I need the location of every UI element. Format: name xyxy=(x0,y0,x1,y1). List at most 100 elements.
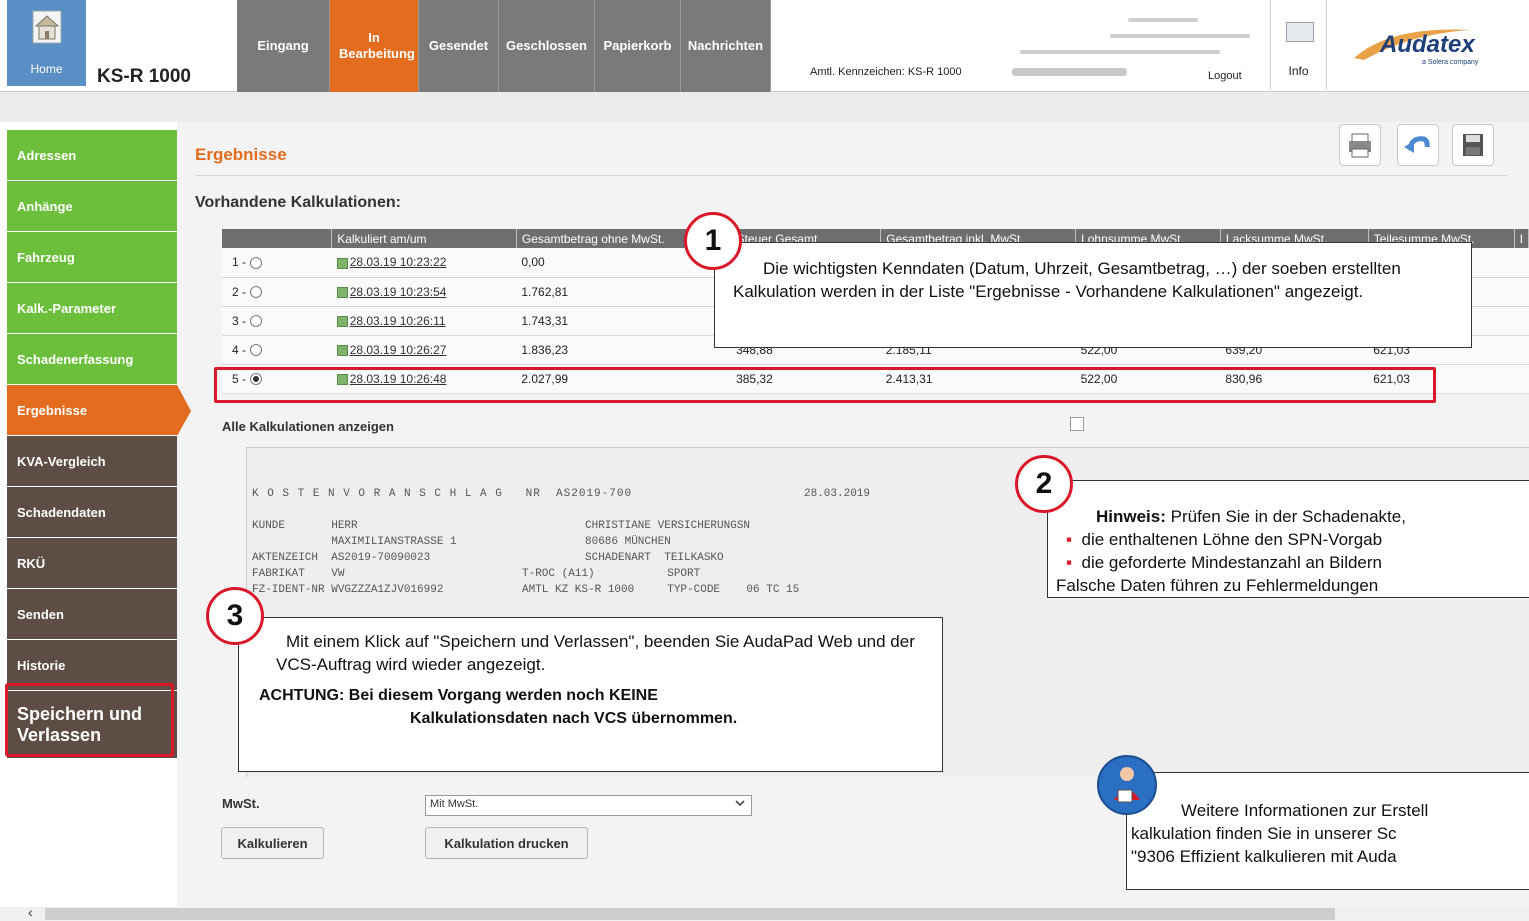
highlight-frame xyxy=(214,367,1436,403)
main-nav: Eingang In Bearbeitung Gesendet Geschlos… xyxy=(237,0,771,92)
mwst-select[interactable]: Mit MwSt. xyxy=(425,795,752,816)
callout-number-3: 3 xyxy=(206,587,264,645)
sidebar-item-anhaenge[interactable]: Anhänge xyxy=(7,181,177,232)
sidebar-item-schadendaten[interactable]: Schadendaten xyxy=(7,487,177,538)
callout-text: Prüfen Sie in der Schadenakte, xyxy=(1165,507,1406,526)
column-header: I xyxy=(1514,229,1529,248)
sidebar-item-schadenerfassung[interactable]: Schadenerfassung xyxy=(7,334,177,385)
calc-date-link[interactable]: 28.03.19 10:23:22 xyxy=(350,255,447,269)
home-label: Home xyxy=(30,62,63,76)
button-label: Kalkulieren xyxy=(237,835,308,851)
tab-nachrichten[interactable]: Nachrichten xyxy=(681,0,771,92)
scrollbar-thumb[interactable] xyxy=(45,908,1335,920)
sidebar-item-label: Anhänge xyxy=(17,198,73,214)
preview-line: SCHADENART TEILKASKO xyxy=(585,552,724,564)
sidebar-item-label: KVA-Vergleich xyxy=(17,453,106,469)
calculate-button[interactable]: Kalkulieren xyxy=(221,827,324,859)
preview-line: K O S T E N V O R A N S C H L A G NR AS2… xyxy=(252,488,633,500)
tab-label: Nachrichten xyxy=(687,38,764,53)
tab-eingang[interactable]: Eingang xyxy=(237,0,330,92)
button-label: Kalkulation drucken xyxy=(444,835,569,851)
status-cell xyxy=(1514,364,1529,394)
callout-text: Mit einem Klick auf "Speichern und Verla… xyxy=(276,632,915,674)
row-radio[interactable] xyxy=(250,257,263,270)
sidebar-item-kva-vergleich[interactable]: KVA-Vergleich xyxy=(7,436,177,487)
show-all-checkbox[interactable] xyxy=(1070,417,1084,431)
sidebar-item-rku[interactable]: RKÜ xyxy=(7,538,177,589)
home-button[interactable]: Home xyxy=(7,0,86,86)
preview-line: T-ROC (A11) SPORT xyxy=(522,568,701,580)
logout-link[interactable]: Logout xyxy=(1208,70,1242,82)
tab-label: In Bearbeitung xyxy=(339,30,415,61)
column-header xyxy=(222,229,333,248)
date-cell: 28.03.19 10:26:11 xyxy=(331,306,517,336)
print-calculation-button[interactable]: Kalkulation drucken xyxy=(425,827,588,859)
column-header[interactable]: Kalkuliert am/um xyxy=(331,229,517,248)
row-radio[interactable] xyxy=(250,286,263,299)
callout-box-3: Mit einem Klick auf "Speichern und Verla… xyxy=(238,617,943,772)
sidebar-item-adressen[interactable]: Adressen xyxy=(7,130,177,181)
callout-text: die enthaltenen Löhne den SPN-Vorgab xyxy=(1081,530,1383,549)
chevron-down-icon xyxy=(735,800,745,807)
row-number: 1 - xyxy=(232,255,247,270)
callout-text: die geforderte Mindestanzahl an Bildern xyxy=(1081,553,1383,572)
scroll-left-arrow-icon[interactable]: ‹ xyxy=(28,904,33,920)
svg-text:a Solera company: a Solera company xyxy=(1422,59,1479,66)
callout-text: "9306 Effizient kalkulieren mit Auda xyxy=(1131,847,1397,866)
calc-date-link[interactable]: 28.03.19 10:26:27 xyxy=(350,343,447,357)
undo-button[interactable] xyxy=(1397,124,1439,166)
preview-line: AMTL KZ KS-R 1000 TYP-CODE 06 TC 15 xyxy=(522,584,800,596)
row-select-cell: 2 - xyxy=(222,277,332,307)
sidebar-item-label: Schadenerfassung xyxy=(17,351,134,367)
page-title: Ergebnisse xyxy=(195,145,287,164)
callout-box-1: Die wichtigsten Kenndaten (Datum, Uhrzei… xyxy=(714,242,1472,348)
calc-date-link[interactable]: 28.03.19 10:26:11 xyxy=(350,314,446,328)
info-icon xyxy=(1286,22,1314,42)
tab-in-bearbeitung[interactable]: In Bearbeitung xyxy=(330,0,419,92)
tab-label: Eingang xyxy=(257,38,309,53)
row-select-cell: 1 - xyxy=(222,248,332,278)
horizontal-scrollbar[interactable]: ‹ xyxy=(0,904,1529,921)
sidebar-item-kalk-parameter[interactable]: Kalk.-Parameter xyxy=(7,283,177,334)
status-cell xyxy=(1514,248,1529,278)
preview-line: FABRIKAT VW xyxy=(252,568,345,580)
edit-icon xyxy=(336,257,348,269)
redacted-text xyxy=(1128,18,1198,22)
tab-papierkorb[interactable]: Papierkorb xyxy=(595,0,681,92)
redacted-text xyxy=(1020,50,1220,54)
callout-box-2: Hinweis: Prüfen Sie in der Schadenakte, … xyxy=(1047,480,1529,598)
sidebar-item-fahrzeug[interactable]: Fahrzeug xyxy=(7,232,177,283)
tab-label: Papierkorb xyxy=(603,38,672,53)
show-all-label: Alle Kalkulationen anzeigen xyxy=(222,419,394,434)
undo-icon xyxy=(1404,136,1430,153)
info-label: Info xyxy=(1288,64,1309,78)
sidebar-item-label: Kalk.-Parameter xyxy=(17,300,116,316)
save-button[interactable] xyxy=(1452,124,1494,166)
date-cell: 28.03.19 10:23:22 xyxy=(331,248,517,278)
callout-bullet: ▪ die geforderte Mindestanzahl an Bilder… xyxy=(1066,553,1383,572)
edit-icon xyxy=(336,344,348,356)
row-radio[interactable] xyxy=(250,344,263,357)
header-strip xyxy=(0,92,1529,122)
sidebar-item-ergebnisse[interactable]: Ergebnisse xyxy=(7,385,191,436)
sidebar-item-senden[interactable]: Senden xyxy=(7,589,177,640)
callout-box-4: Weitere Informationen zur Erstell kalkul… xyxy=(1126,772,1529,890)
case-title: KS-R 1000 xyxy=(97,66,191,87)
home-icon xyxy=(32,10,62,44)
date-cell: 28.03.19 10:23:54 xyxy=(331,277,517,307)
tab-gesendet[interactable]: Gesendet xyxy=(419,0,499,92)
print-icon xyxy=(1349,133,1371,158)
preview-line: MAXIMILIANSTRASSE 1 xyxy=(252,536,457,548)
calc-date-link[interactable]: 28.03.19 10:23:54 xyxy=(350,285,447,299)
callout-bullet: ▪ die enthaltenen Löhne den SPN-Vorgab xyxy=(1066,530,1383,549)
print-button[interactable] xyxy=(1339,124,1381,166)
row-select-cell: 4 - xyxy=(222,335,332,365)
callout-warning: ACHTUNG: Bei diesem Vorgang werden noch … xyxy=(259,687,658,704)
tab-label: Geschlossen xyxy=(506,38,587,53)
edit-icon xyxy=(336,315,348,327)
tab-geschlossen[interactable]: Geschlossen xyxy=(499,0,595,92)
info-button[interactable]: Info xyxy=(1270,0,1327,90)
row-radio[interactable] xyxy=(250,315,263,328)
divider xyxy=(195,175,1507,176)
sidebar-item-label: Fahrzeug xyxy=(17,249,75,265)
